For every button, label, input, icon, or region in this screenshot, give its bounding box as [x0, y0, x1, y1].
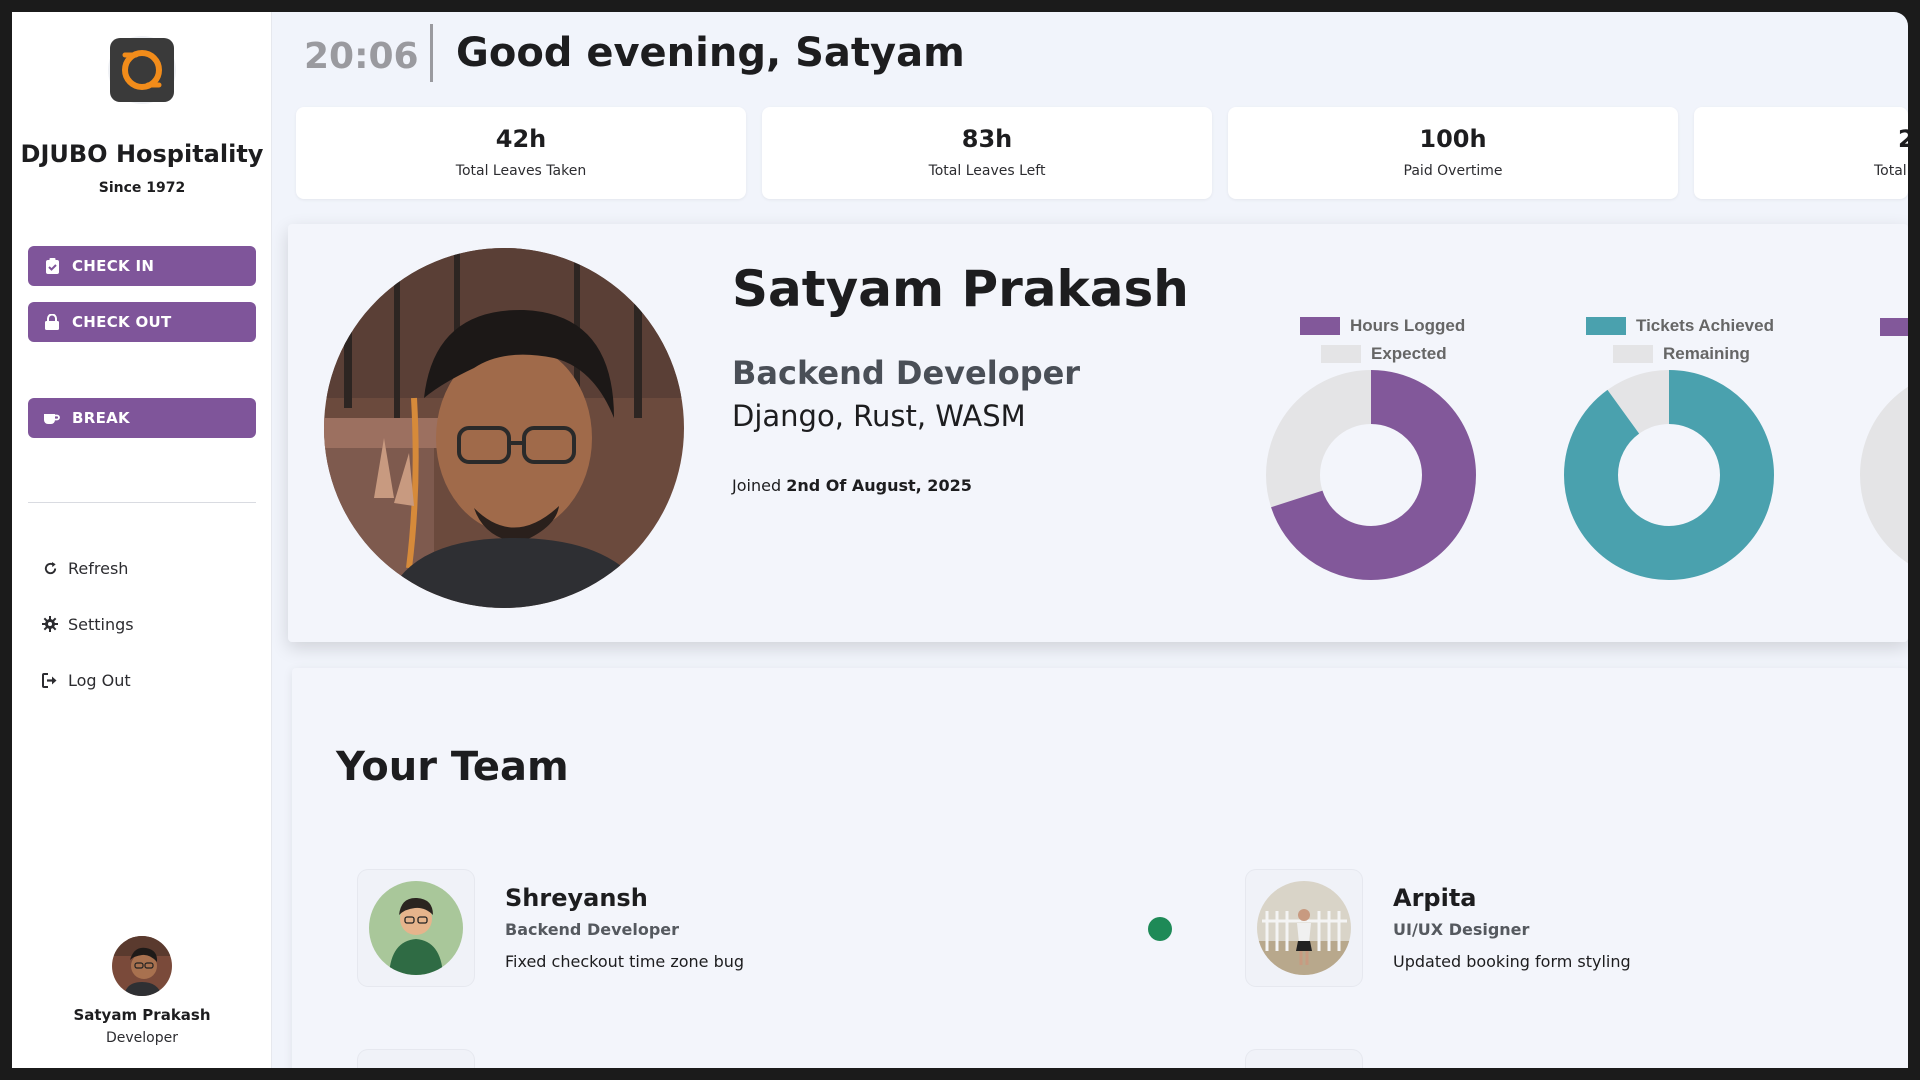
user-avatar — [112, 936, 172, 996]
stat-value: 2 — [1898, 125, 1908, 153]
profile-card: Satyam Prakash Backend Developer Django,… — [288, 224, 1908, 642]
stat-label: Paid Overtime — [1403, 163, 1503, 179]
member-role: Backend Developer — [505, 920, 680, 939]
header-divider — [430, 24, 433, 82]
tickets-legend: Tickets Achieved Remaining — [1586, 312, 1774, 368]
hours-legend: Hours Logged Expected — [1300, 312, 1465, 368]
window-frame — [0, 1068, 1920, 1080]
legend-swatch — [1613, 345, 1653, 363]
sidebar-divider — [28, 502, 256, 503]
legend-hours-logged: Hours Logged — [1300, 312, 1465, 340]
tickets-donut-chart — [1564, 370, 1774, 580]
stat-value: 83h — [961, 125, 1013, 153]
sidebar: DJUBO Hospitality Since 1972 CHECK IN CH… — [12, 12, 272, 1068]
clock: 20:06 — [304, 36, 419, 77]
member-note: Updated booking form styling — [1393, 952, 1631, 971]
window-frame — [1908, 0, 1920, 1080]
member-note: Fixed checkout time zone bug — [505, 952, 745, 971]
profile-name: Satyam Prakash — [732, 260, 1189, 318]
legend-expected: Expected — [1300, 340, 1465, 368]
check-in-button[interactable]: CHECK IN — [28, 246, 256, 286]
legend-swatch — [1586, 317, 1626, 335]
legend-tickets-achieved: Tickets Achieved — [1586, 312, 1774, 340]
member-avatar — [1246, 870, 1362, 986]
refresh-label: Refresh — [68, 558, 129, 578]
company-logo — [108, 36, 176, 104]
sidebar-user[interactable]: Satyam Prakash Developer — [12, 936, 272, 1046]
window-frame — [0, 0, 12, 1080]
check-out-label: CHECK OUT — [72, 313, 172, 331]
third-legend-swatch — [1880, 318, 1908, 336]
refresh-icon — [42, 560, 58, 576]
team-section — [292, 668, 1908, 1080]
check-in-label: CHECK IN — [72, 257, 155, 275]
legend-swatch — [1321, 345, 1361, 363]
logout-link[interactable]: Log Out — [42, 667, 131, 693]
third-donut-peek — [1860, 370, 1908, 580]
clipboard-check-icon — [44, 258, 60, 274]
member-name: Shreyansh — [505, 884, 648, 912]
check-out-button[interactable]: CHECK OUT — [28, 302, 256, 342]
team-title: Your Team — [336, 744, 569, 790]
donut-segment-primary — [1564, 370, 1774, 580]
profile-joined: Joined 2nd Of August, 2025 — [732, 476, 972, 495]
stat-card-leaves-taken: 42h Total Leaves Taken — [296, 107, 746, 199]
legend-remaining: Remaining — [1586, 340, 1774, 368]
brand-since: Since 1972 — [98, 180, 186, 196]
profile-photo — [324, 248, 684, 608]
brand-name: DJUBO Hospitality — [20, 140, 264, 168]
member-role: UI/UX Designer — [1393, 920, 1530, 939]
stat-value: 42h — [495, 125, 547, 153]
stat-label: Total Leaves Left — [928, 163, 1046, 179]
gear-icon — [42, 616, 58, 632]
hours-donut-chart — [1266, 370, 1476, 580]
refresh-link[interactable]: Refresh — [42, 555, 128, 581]
profile-stack: Django, Rust, WASM — [732, 399, 1026, 433]
member-avatar — [358, 870, 474, 986]
logout-label: Log Out — [68, 670, 131, 690]
greeting: Good evening, Satyam — [456, 30, 965, 76]
window-frame — [0, 0, 1920, 12]
logout-icon — [42, 672, 58, 688]
lock-icon — [44, 314, 60, 330]
stat-value: 100h — [1419, 125, 1487, 153]
legend-swatch — [1300, 317, 1340, 335]
user-name: Satyam Prakash — [73, 1006, 211, 1024]
member-name: Arpita — [1393, 884, 1477, 912]
stat-label: Total — [1874, 163, 1907, 179]
profile-role: Backend Developer — [732, 354, 1081, 392]
member-avatar-partial — [1246, 1050, 1362, 1068]
member-avatar-partial — [358, 1050, 474, 1068]
joined-date: 2nd Of August, 2025 — [786, 476, 972, 495]
coffee-mug-icon — [44, 410, 60, 426]
stat-card-total: 2 Total — [1694, 107, 1908, 199]
stat-label: Total Leaves Taken — [455, 163, 587, 179]
stat-card-leaves-left: 83h Total Leaves Left — [762, 107, 1212, 199]
break-label: BREAK — [72, 409, 130, 427]
settings-label: Settings — [68, 614, 134, 634]
stat-card-paid-overtime: 100h Paid Overtime — [1228, 107, 1678, 199]
user-role: Developer — [105, 1030, 178, 1046]
break-button[interactable]: BREAK — [28, 398, 256, 438]
settings-link[interactable]: Settings — [42, 611, 134, 637]
online-status-dot — [1148, 917, 1172, 941]
